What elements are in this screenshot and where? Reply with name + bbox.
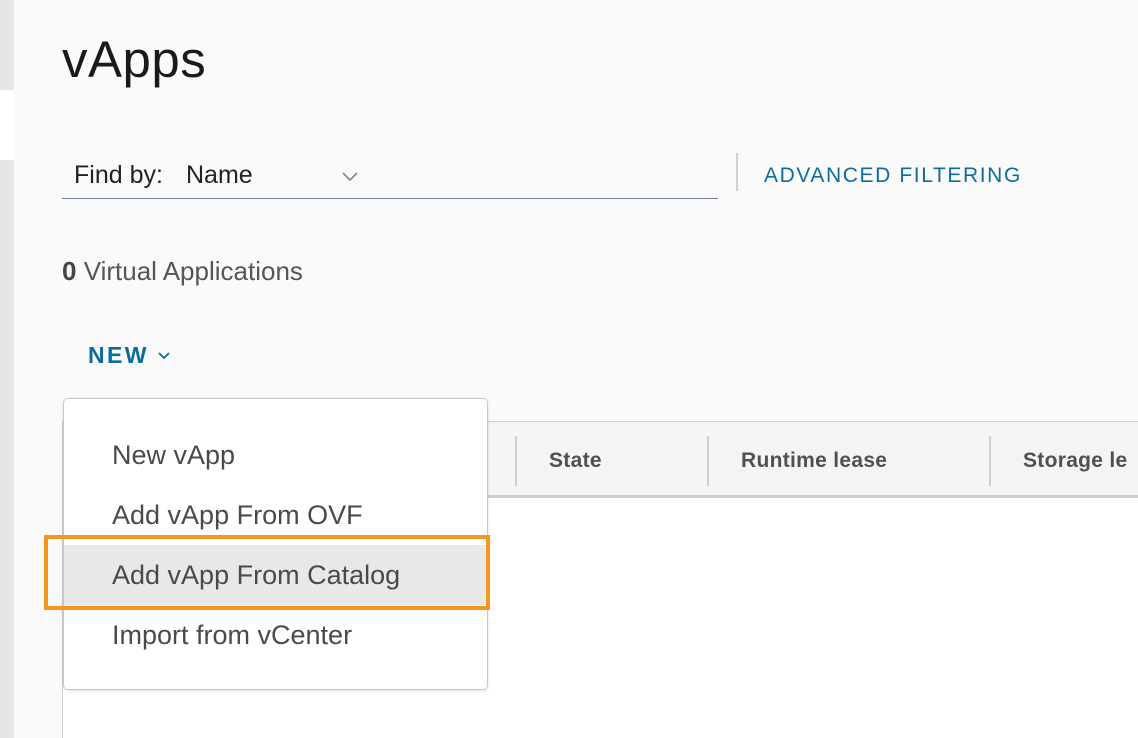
menu-item-add-vapp-from-catalog[interactable]: Add vApp From Catalog [64, 545, 486, 605]
column-header-runtime-lease[interactable]: Runtime lease [741, 449, 887, 473]
vapp-count-number: 0 [62, 256, 77, 286]
column-separator[interactable] [989, 436, 991, 486]
vapps-page: vApps Find by: Name ADVANCED FILTERING 0… [0, 0, 1138, 738]
new-button-label: NEW [88, 342, 149, 368]
left-nav-rail [0, 0, 14, 738]
menu-item-import-from-vcenter[interactable]: Import from vCenter [64, 605, 486, 665]
menu-item-new-vapp[interactable]: New vApp [64, 425, 486, 485]
column-separator[interactable] [707, 436, 709, 486]
column-header-storage-lease[interactable]: Storage le [1023, 449, 1128, 473]
chevron-down-icon [158, 351, 170, 359]
vapp-count-label: Virtual Applications [83, 256, 303, 286]
find-by-label: Find by: [74, 161, 163, 189]
chevron-down-icon[interactable] [338, 164, 362, 188]
menu-item-add-vapp-from-ovf[interactable]: Add vApp From OVF [64, 485, 486, 545]
vapp-count: 0 Virtual Applications [62, 256, 303, 287]
advanced-filtering-link[interactable]: ADVANCED FILTERING [764, 164, 1022, 188]
find-by-select[interactable]: Find by: Name [62, 152, 718, 199]
column-separator[interactable] [515, 436, 517, 486]
left-nav-selected-indicator [0, 90, 14, 160]
new-dropdown-menu: New vApp Add vApp From OVF Add vApp From… [63, 398, 488, 690]
new-button[interactable]: NEW [88, 342, 171, 369]
find-by-value[interactable]: Name [186, 161, 253, 190]
filter-divider [736, 153, 738, 191]
column-header-state[interactable]: State [549, 449, 602, 473]
page-title: vApps [62, 31, 207, 88]
